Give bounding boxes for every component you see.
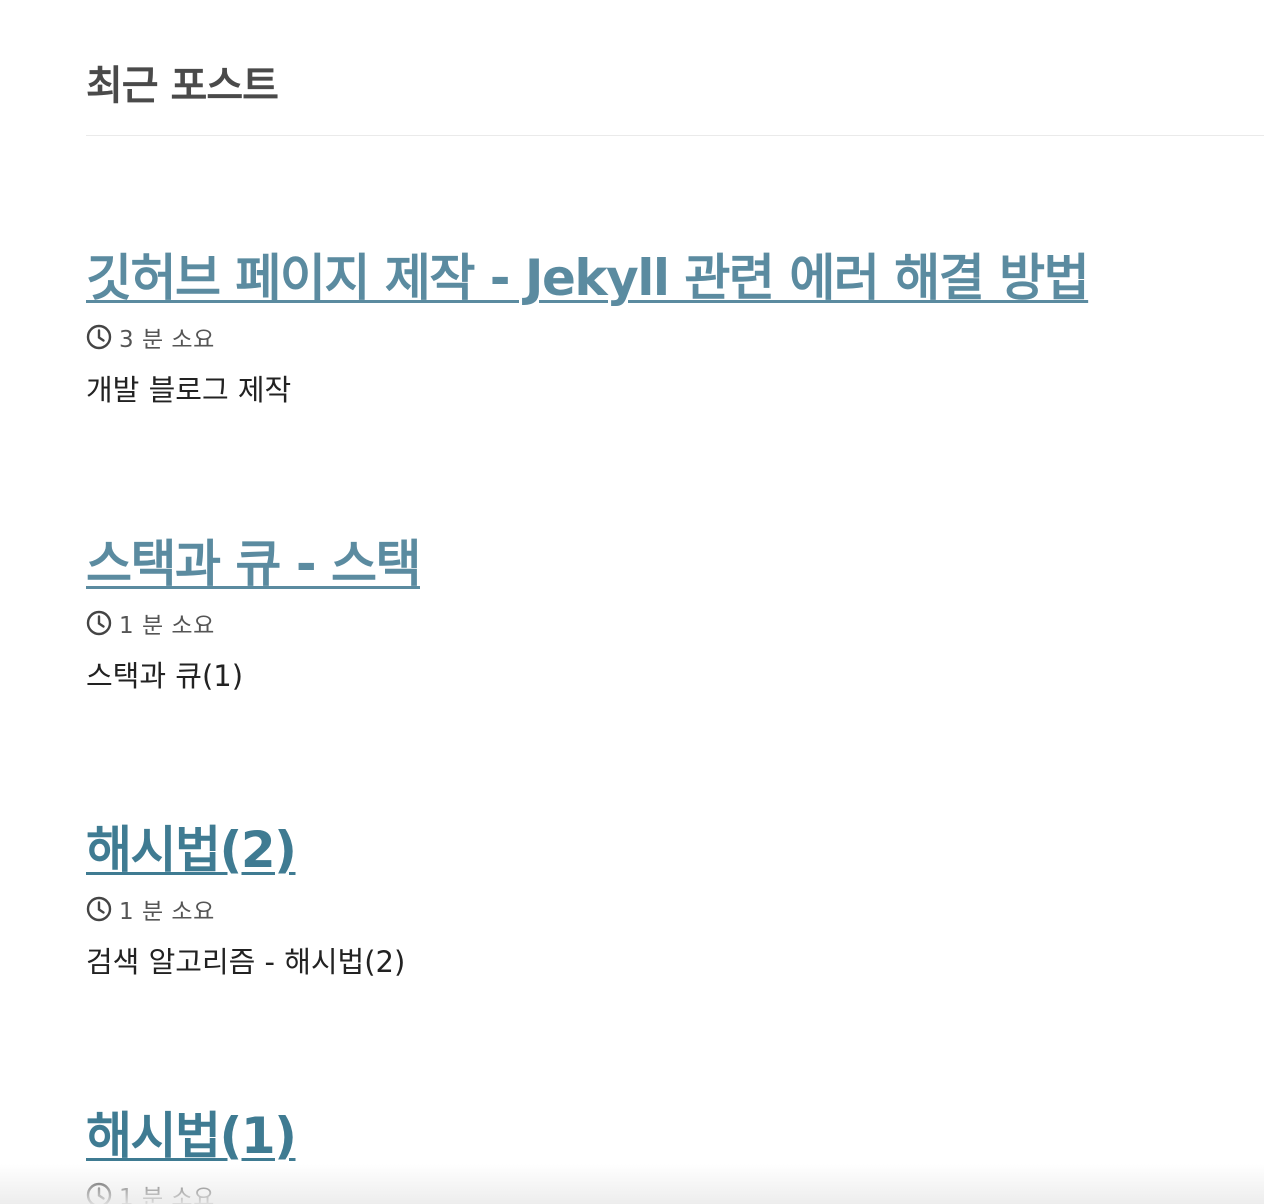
post-item: 해시법(2) 1 분 소요 검색 알고리즘 - 해시법(2) — [86, 820, 1244, 980]
post-item: 깃허브 페이지 제작 - Jekyll 관련 에러 해결 방법 3 분 소요 개… — [86, 248, 1244, 408]
read-time: 1 분 소요 — [119, 1185, 215, 1204]
clock-icon — [86, 324, 112, 350]
post-excerpt: 개발 블로그 제작 — [86, 373, 292, 407]
post-title-link[interactable]: 깃허브 페이지 제작 - Jekyll 관련 에러 해결 방법 — [86, 249, 1090, 307]
post-excerpt: 검색 알고리즘 - 해시법(2) — [86, 945, 406, 979]
post-item: 스택과 큐 - 스택 1 분 소요 스택과 큐(1) — [86, 534, 1244, 694]
post-title: 해시법(2) — [86, 820, 1244, 880]
post-title: 깃허브 페이지 제작 - Jekyll 관련 에러 해결 방법 — [86, 248, 1244, 308]
post-title: 스택과 큐 - 스택 — [86, 534, 1244, 594]
clock-icon — [86, 896, 112, 922]
post-meta: 3 분 소요 — [86, 322, 1244, 353]
divider — [86, 135, 1264, 136]
post-title-link[interactable]: 해시법(2) — [86, 821, 297, 879]
read-time: 1 분 소요 — [119, 899, 215, 925]
clock-icon — [86, 1182, 112, 1204]
section-title: 최근 포스트 — [86, 63, 279, 109]
post-title: 해시법(1) — [86, 1106, 1244, 1166]
post-title-link[interactable]: 스택과 큐 - 스택 — [86, 535, 421, 593]
clock-icon — [86, 610, 112, 636]
post-meta: 1 분 소요 — [86, 608, 1244, 639]
read-time: 1 분 소요 — [119, 613, 215, 639]
post-excerpt: 스택과 큐(1) — [86, 659, 244, 693]
post-meta: 1 분 소요 — [86, 1180, 1244, 1204]
post-title-link[interactable]: 해시법(1) — [86, 1107, 297, 1165]
recent-posts-page: 최근 포스트 깃허브 페이지 제작 - Jekyll 관련 에러 해결 방법 3… — [0, 0, 1264, 1204]
post-item: 해시법(1) 1 분 소요 — [86, 1106, 1244, 1204]
read-time: 3 분 소요 — [119, 327, 215, 353]
post-meta: 1 분 소요 — [86, 894, 1244, 925]
